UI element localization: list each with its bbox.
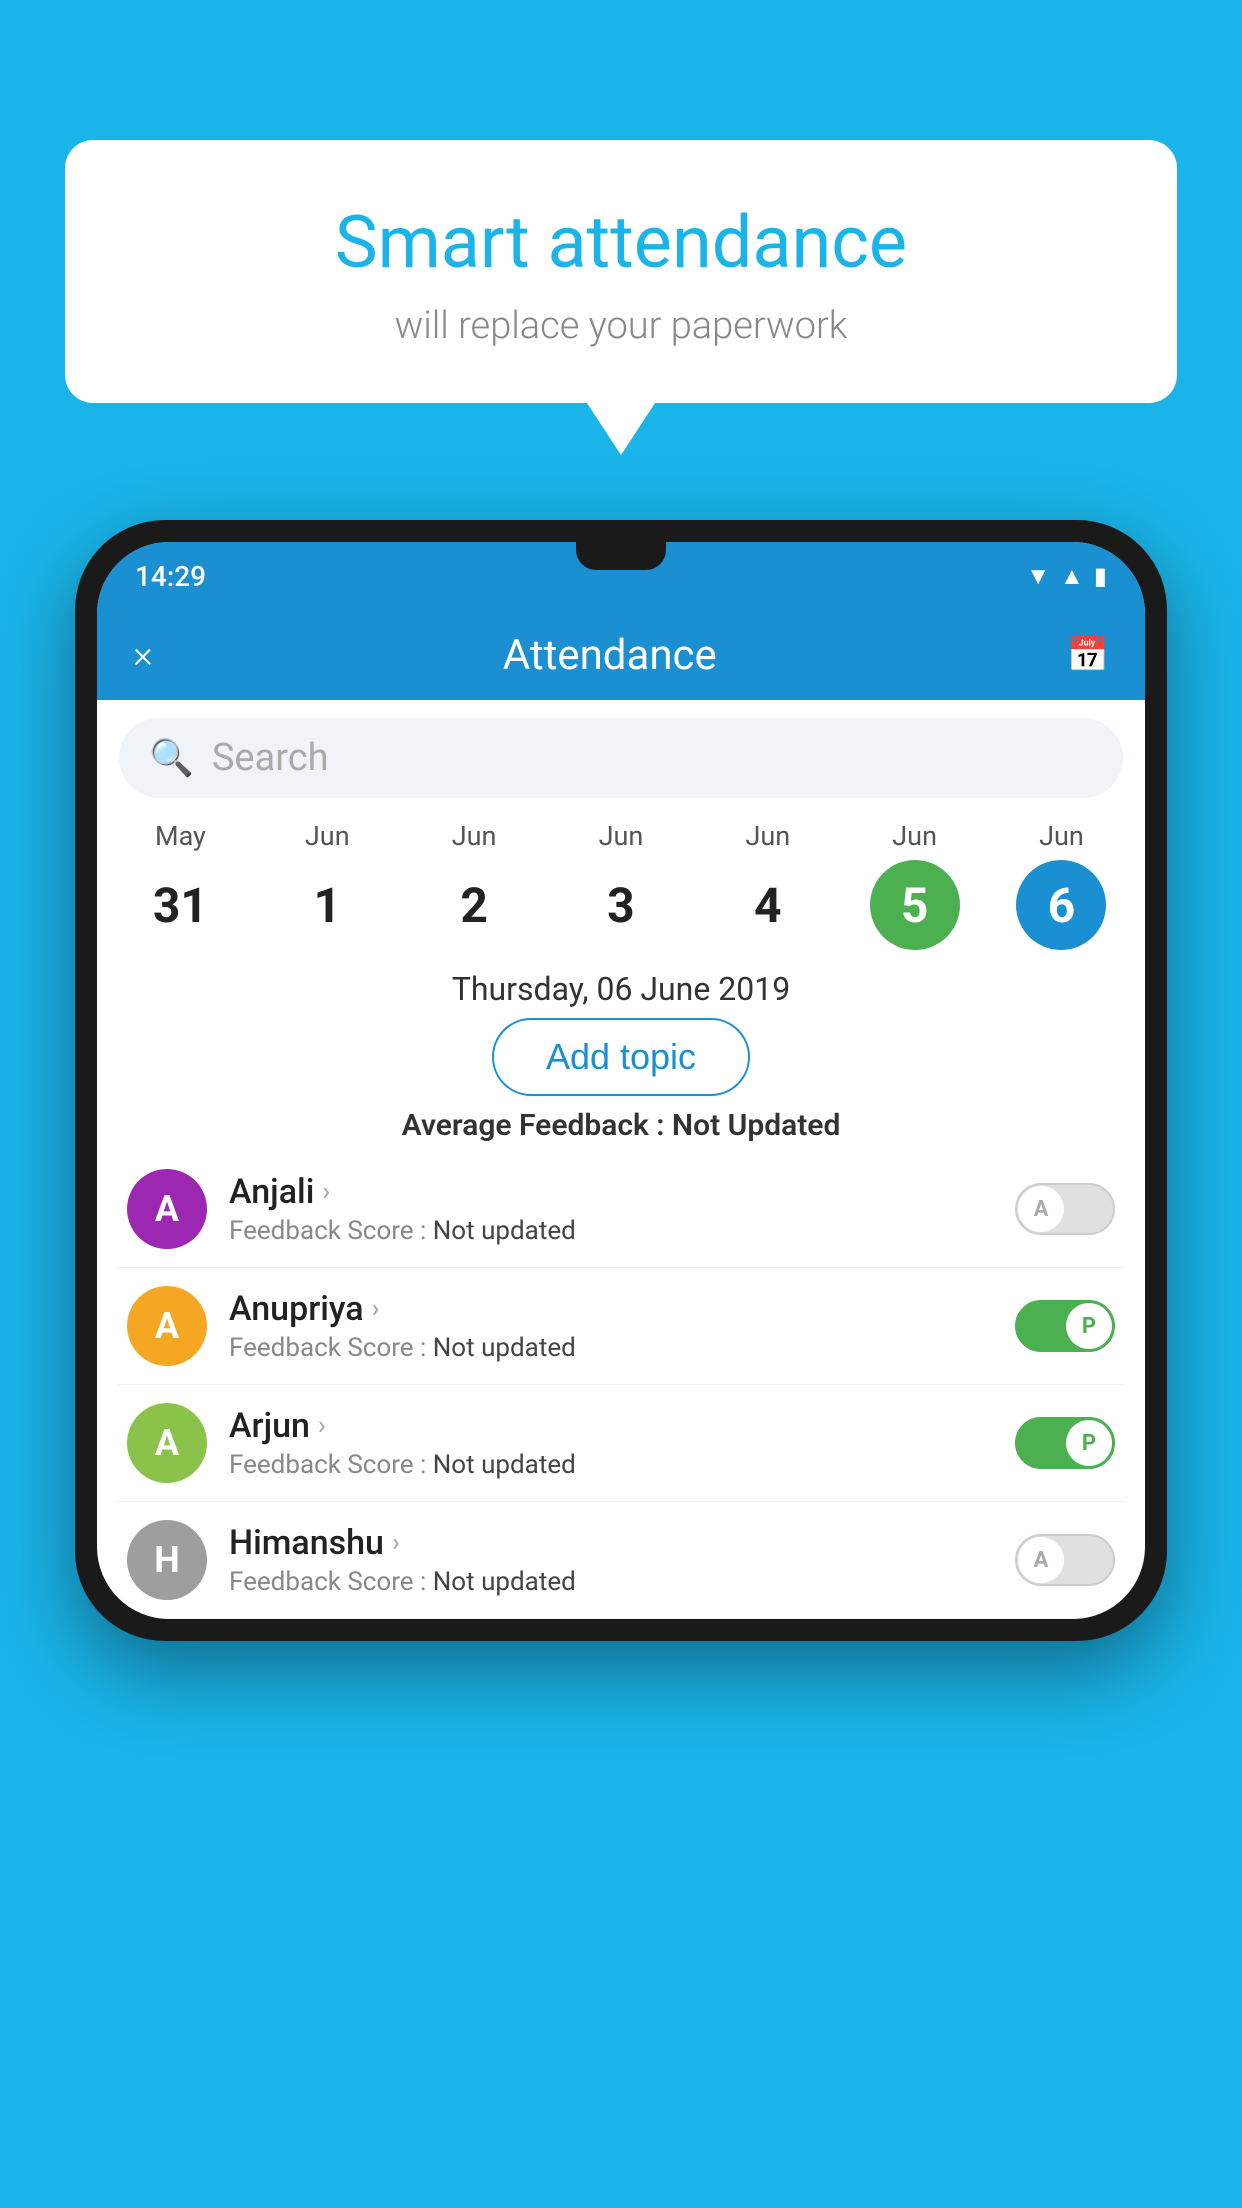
- student-name[interactable]: Himanshu›: [229, 1523, 993, 1563]
- chevron-icon: ›: [318, 1411, 326, 1441]
- attendance-toggle[interactable]: A: [1015, 1534, 1115, 1586]
- calendar-date[interactable]: Jun 6: [996, 820, 1126, 950]
- signal-icon: ▲: [1060, 562, 1084, 591]
- student-info: Anupriya› Feedback Score : Not updated: [229, 1289, 993, 1363]
- selected-date-label: Thursday, 06 June 2019: [97, 970, 1145, 1008]
- avg-feedback: Average Feedback : Not Updated: [97, 1108, 1145, 1143]
- month-label: Jun: [305, 820, 350, 852]
- chevron-icon: ›: [372, 1294, 380, 1324]
- student-info: Himanshu› Feedback Score : Not updated: [229, 1523, 993, 1597]
- student-name[interactable]: Anupriya›: [229, 1289, 993, 1329]
- search-icon: 🔍: [149, 737, 194, 779]
- close-button[interactable]: ×: [133, 633, 153, 677]
- toggle-knob: P: [1066, 1303, 1112, 1349]
- toggle-container[interactable]: A: [1015, 1183, 1115, 1235]
- search-bar[interactable]: 🔍 Search: [119, 718, 1123, 798]
- day-number[interactable]: 6: [1016, 860, 1106, 950]
- avg-feedback-label: Average Feedback :: [402, 1108, 665, 1143]
- feedback-score: Feedback Score : Not updated: [229, 1567, 993, 1597]
- phone-screen: 14:29 ▼ ▲ ▮ × Attendance 📅 🔍 Search: [97, 542, 1145, 1619]
- day-number[interactable]: 5: [870, 860, 960, 950]
- month-label: Jun: [892, 820, 937, 852]
- student-row: A Anupriya› Feedback Score : Not updated P: [117, 1268, 1125, 1385]
- add-topic-button[interactable]: Add topic: [492, 1018, 750, 1096]
- month-label: Jun: [1039, 820, 1084, 852]
- toggle-container[interactable]: P: [1015, 1300, 1115, 1352]
- student-row: A Anjali› Feedback Score : Not updated A: [117, 1151, 1125, 1268]
- chevron-icon: ›: [322, 1177, 330, 1207]
- app-header: × Attendance 📅: [97, 610, 1145, 700]
- chevron-icon: ›: [392, 1528, 400, 1558]
- toggle-knob: P: [1066, 1420, 1112, 1466]
- attendance-toggle[interactable]: A: [1015, 1183, 1115, 1235]
- status-time: 14:29: [135, 560, 206, 593]
- month-label: Jun: [745, 820, 790, 852]
- student-name[interactable]: Anjali›: [229, 1172, 993, 1212]
- calendar-date[interactable]: Jun 1: [262, 820, 392, 950]
- toggle-knob: A: [1018, 1186, 1064, 1232]
- day-number[interactable]: 2: [429, 860, 519, 950]
- toggle-container[interactable]: P: [1015, 1417, 1115, 1469]
- day-number[interactable]: 31: [135, 860, 225, 950]
- feedback-score: Feedback Score : Not updated: [229, 1216, 993, 1246]
- bubble-subtitle: will replace your paperwork: [115, 304, 1127, 348]
- student-row: A Arjun› Feedback Score : Not updated P: [117, 1385, 1125, 1502]
- attendance-toggle[interactable]: P: [1015, 1300, 1115, 1352]
- search-input[interactable]: Search: [212, 736, 329, 780]
- avg-feedback-value: Not Updated: [672, 1108, 840, 1143]
- month-label: Jun: [452, 820, 497, 852]
- wifi-icon: ▼: [1026, 562, 1050, 591]
- status-icons: ▼ ▲ ▮: [1026, 562, 1107, 591]
- phone-container: 14:29 ▼ ▲ ▮ × Attendance 📅 🔍 Search: [75, 520, 1167, 2208]
- student-info: Anjali› Feedback Score : Not updated: [229, 1172, 993, 1246]
- calendar-date[interactable]: Jun 5: [850, 820, 980, 950]
- speech-bubble: Smart attendance will replace your paper…: [65, 140, 1177, 403]
- toggle-knob: A: [1018, 1537, 1064, 1583]
- day-number[interactable]: 3: [576, 860, 666, 950]
- calendar-icon[interactable]: 📅: [1067, 635, 1109, 675]
- student-list: AAnjali›Feedback Score : Not updatedAAAn…: [97, 1151, 1145, 1619]
- calendar-date[interactable]: Jun 3: [556, 820, 686, 950]
- phone-notch: [576, 542, 666, 570]
- avatar: H: [127, 1520, 207, 1600]
- student-row: H Himanshu› Feedback Score : Not updated A: [117, 1502, 1125, 1619]
- calendar-date[interactable]: Jun 4: [703, 820, 833, 950]
- day-number[interactable]: 4: [723, 860, 813, 950]
- calendar-row: May 31 Jun 1 Jun 2 Jun 3 Jun 4 Jun 5 Jun 6: [97, 808, 1145, 956]
- student-name[interactable]: Arjun›: [229, 1406, 993, 1446]
- avatar: A: [127, 1169, 207, 1249]
- student-info: Arjun› Feedback Score : Not updated: [229, 1406, 993, 1480]
- feedback-score: Feedback Score : Not updated: [229, 1450, 993, 1480]
- header-title: Attendance: [503, 631, 717, 680]
- phone-mockup: 14:29 ▼ ▲ ▮ × Attendance 📅 🔍 Search: [75, 520, 1167, 1641]
- calendar-date[interactable]: Jun 2: [409, 820, 539, 950]
- avatar: A: [127, 1286, 207, 1366]
- month-label: Jun: [599, 820, 644, 852]
- attendance-toggle[interactable]: P: [1015, 1417, 1115, 1469]
- feedback-score: Feedback Score : Not updated: [229, 1333, 993, 1363]
- battery-icon: ▮: [1094, 562, 1107, 590]
- avatar: A: [127, 1403, 207, 1483]
- day-number[interactable]: 1: [282, 860, 372, 950]
- toggle-container[interactable]: A: [1015, 1534, 1115, 1586]
- calendar-date[interactable]: May 31: [115, 820, 245, 950]
- month-label: May: [155, 820, 206, 852]
- bubble-title: Smart attendance: [115, 200, 1127, 286]
- speech-bubble-section: Smart attendance will replace your paper…: [65, 140, 1177, 403]
